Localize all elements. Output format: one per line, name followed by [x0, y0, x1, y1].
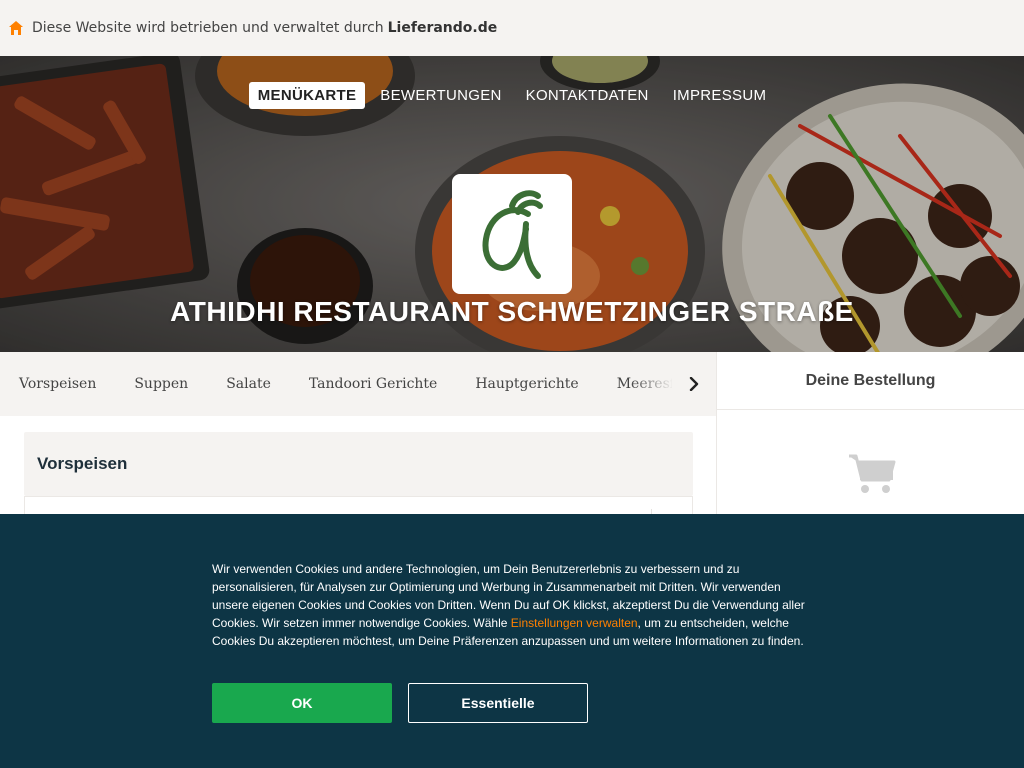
section-title: Vorspeisen	[37, 454, 128, 473]
cart-icon	[849, 454, 896, 493]
house-icon	[9, 21, 23, 35]
category-scroll-right-button[interactable]	[672, 352, 716, 416]
notice-text: Diese Website wird betrieben und verwalt…	[32, 20, 384, 36]
category-salate[interactable]: Salate	[226, 376, 271, 392]
category-hauptgerichte[interactable]: Hauptgerichte	[475, 376, 578, 392]
cookie-settings-link[interactable]: Einstellungen verwalten	[511, 616, 638, 630]
category-vorspeisen[interactable]: Vorspeisen	[19, 376, 96, 392]
chevron-right-icon	[689, 377, 699, 391]
nav-reviews[interactable]: BEWERTUNGEN	[371, 82, 510, 109]
nav-imprint[interactable]: IMPRESSUM	[664, 82, 776, 109]
operator-notice-bar: Diese Website wird betrieben und verwalt…	[0, 0, 1024, 56]
logo-leaf-a-icon	[482, 190, 543, 279]
category-tandoori[interactable]: Tandoori Gerichte	[309, 376, 437, 392]
nav-menu[interactable]: MENÜKARTE	[248, 82, 366, 109]
restaurant-name: ATHIDHI RESTAURANT SCHWETZINGER STRAßE	[170, 296, 854, 327]
order-title: Deine Bestellung	[717, 352, 1024, 410]
cookie-essential-button[interactable]: Essentielle	[408, 683, 588, 723]
restaurant-logo	[452, 174, 572, 294]
cookie-banner: Wir verwenden Cookies und andere Technol…	[0, 514, 1024, 768]
main-nav: MENÜKARTE BEWERTUNGEN KONTAKTDATEN IMPRE…	[0, 82, 1024, 109]
category-suppen[interactable]: Suppen	[134, 376, 188, 392]
category-fade	[630, 352, 674, 416]
cookie-text: Wir verwenden Cookies und andere Technol…	[212, 560, 817, 650]
hero-banner: MENÜKARTE BEWERTUNGEN KONTAKTDATEN IMPRE…	[0, 56, 1024, 352]
category-nav: Vorspeisen Suppen Salate Tandoori Gerich…	[0, 352, 716, 416]
cookie-ok-button[interactable]: OK	[212, 683, 392, 723]
nav-contact[interactable]: KONTAKTDATEN	[517, 82, 658, 109]
section-header: Vorspeisen	[24, 432, 693, 496]
notice-brand: Lieferando.de	[387, 20, 498, 36]
